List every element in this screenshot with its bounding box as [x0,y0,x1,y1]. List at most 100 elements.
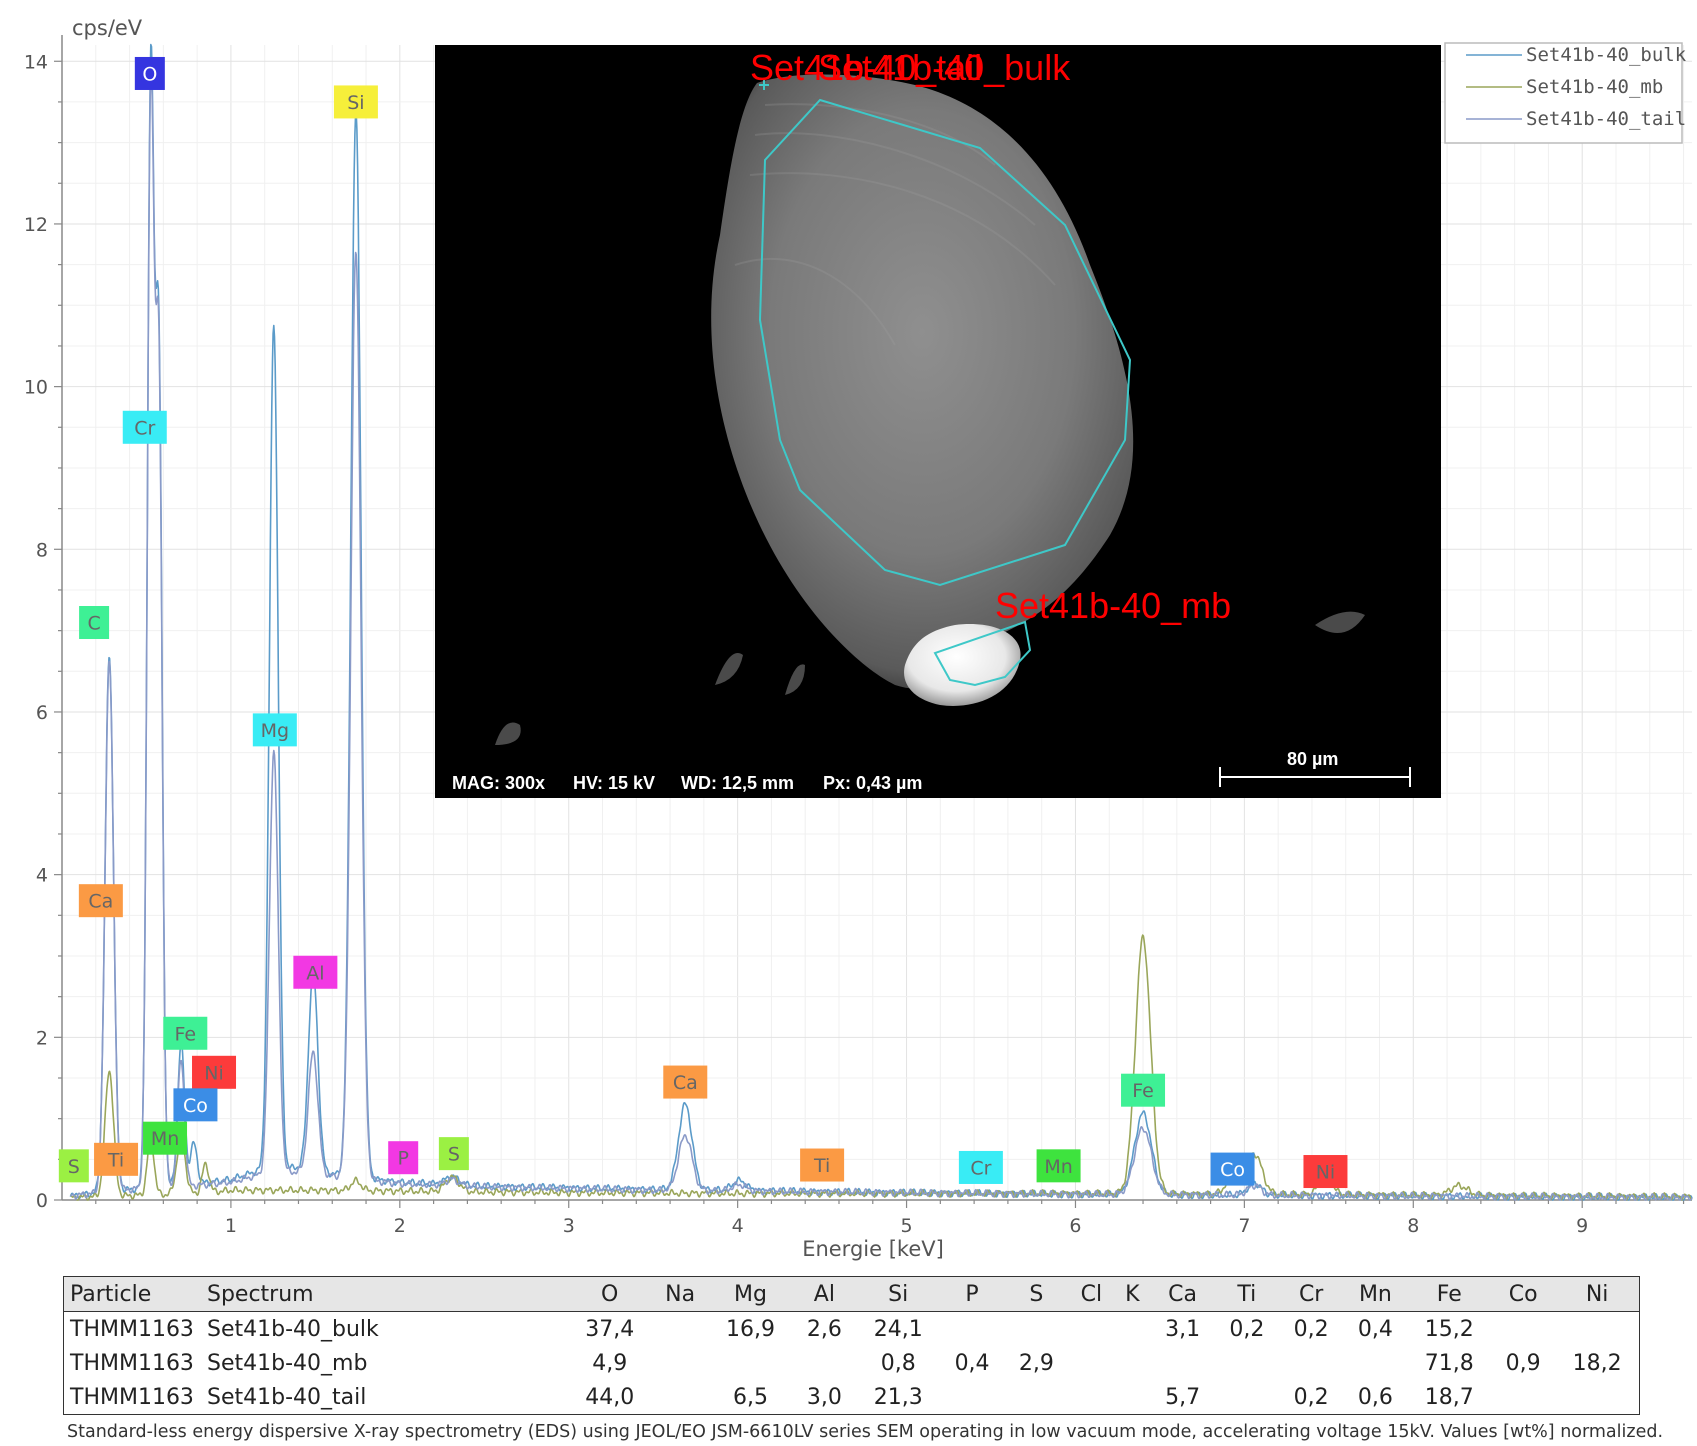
table-cell [1114,1380,1150,1415]
table-cell: Set41b-40_bulk [207,1316,379,1342]
table-cell [709,1346,792,1380]
element-label-Al: Al [306,962,324,984]
table-cell: 71,8 [1424,1350,1474,1376]
column-header: K [1114,1276,1151,1312]
table-cell: Set41b-40_tail [207,1384,367,1410]
x-tick-label: 8 [1407,1215,1419,1237]
table-cell: THMM1163 [70,1350,194,1376]
table-cell: 44,0 [585,1384,635,1410]
x-tick-label: 5 [901,1215,913,1237]
sem-working-distance: WD: 12,5 mm [681,773,795,793]
element-label-O: O [142,63,157,85]
table-cell: 0,4 [1357,1316,1393,1342]
element-label-Co: Co [1220,1159,1245,1181]
sem-high-voltage: HV: 15 kV [573,773,656,793]
x-tick-label: 3 [563,1215,575,1237]
table-cell: 18,2 [1572,1350,1622,1376]
sem-magnification: MAG: 300x [452,773,546,793]
table-cell [940,1312,1004,1347]
element-label-S: S [68,1156,80,1178]
table-cell: 0,2 [1229,1316,1265,1342]
element-label-Ti: Ti [813,1155,830,1177]
x-axis-title: Energie [keV] [802,1237,944,1261]
x-tick-label: 1 [225,1215,237,1237]
table-cell [1343,1346,1407,1380]
table-cell: Set41b-40_mb [207,1350,368,1376]
table-cell [1555,1312,1639,1347]
element-label-Fe: Fe [1132,1080,1154,1102]
column-header: S [1004,1276,1069,1312]
column-header: Ni [1555,1276,1640,1312]
y-tick-label: 14 [24,51,48,73]
element-label-Ni: Ni [1316,1162,1336,1184]
table-cell: 5,7 [1165,1384,1201,1410]
sem-micrograph: Set41b-40_tail Set41b-40_bulk Set41b-40_… [435,45,1441,798]
y-tick-label: 12 [24,214,48,236]
legend-label: Set41b-40_bulk [1526,44,1687,66]
x-tick-label: 2 [394,1215,406,1237]
table-cell: 0,4 [954,1350,990,1376]
table-cell: 16,9 [726,1316,775,1342]
scale-bar [1219,767,1411,787]
column-header: P [939,1276,1005,1312]
y-tick-label: 8 [36,539,48,561]
column-header: Si [856,1276,940,1312]
x-tick-label: 4 [732,1215,744,1237]
table-cell [1114,1312,1150,1347]
table-cell [792,1346,856,1380]
column-header: O [568,1276,652,1312]
column-header: Ti [1214,1276,1279,1312]
table-cell [651,1380,708,1415]
table-cell [651,1346,708,1380]
table-cell: 24,1 [873,1316,923,1342]
element-label-C: C [87,613,100,635]
column-header: Fe [1407,1276,1491,1312]
element-label-Mn: Mn [1044,1156,1072,1178]
table-cell [1491,1380,1555,1415]
table-cell: 6,5 [733,1384,768,1410]
table-cell: THMM1163 [70,1384,194,1410]
table-cell: 2,9 [1018,1350,1054,1376]
table-cell: 0,2 [1293,1384,1329,1410]
y-tick-label: 6 [36,702,48,724]
scale-bar-label: 80 µm [1287,749,1339,769]
element-label-Cr: Cr [134,417,155,439]
table-cell [651,1312,708,1347]
column-header: Na [651,1276,709,1312]
table-cell [1491,1312,1555,1347]
sem-pixel-size: Px: 0,43 µm [823,773,923,793]
table-cell: 0,9 [1505,1350,1541,1376]
element-label-Ca: Ca [673,1072,698,1094]
table-header-row: Particle Spectrum O Na Mg Al Si P S Cl K Ca Ti Cr Mn Fe… [63,1276,1640,1312]
table-cell [1279,1346,1343,1380]
table-cell: 15,2 [1424,1316,1474,1342]
x-tick-label: 6 [1069,1215,1081,1237]
column-header: Al [792,1276,857,1312]
table-cell [1068,1380,1114,1415]
table-cell: 3,1 [1165,1316,1201,1342]
element-label-Ti: Ti [107,1149,124,1171]
roi-label-mb: Set41b-40_mb [995,585,1232,626]
table-cell [1068,1312,1114,1347]
table-cell: 0,6 [1357,1384,1393,1410]
table-cell: 3,0 [806,1384,842,1410]
y-tick-label: 2 [36,1027,48,1049]
table-cell: 21,3 [873,1384,923,1410]
element-label-P: P [397,1148,408,1170]
y-tick-label: 4 [36,865,48,887]
element-label-Ni: Ni [204,1062,224,1084]
table-cell [1114,1346,1150,1380]
table-cell: 0,8 [880,1350,916,1376]
legend-label: Set41b-40_tail [1526,108,1686,130]
column-header: Mg [708,1276,793,1312]
y-tick-label: 0 [36,1190,48,1212]
table-cell [1150,1346,1214,1380]
table-cell: 2,6 [806,1316,842,1342]
table-cell [1068,1346,1114,1380]
column-header: Mn [1343,1276,1408,1312]
roi-label-bulk: Set41b-40_bulk [818,47,1071,88]
element-label-S: S [448,1144,460,1166]
element-label-Mg: Mg [261,720,289,742]
x-tick-label: 7 [1238,1215,1250,1237]
table-cell: 37,4 [585,1316,635,1342]
